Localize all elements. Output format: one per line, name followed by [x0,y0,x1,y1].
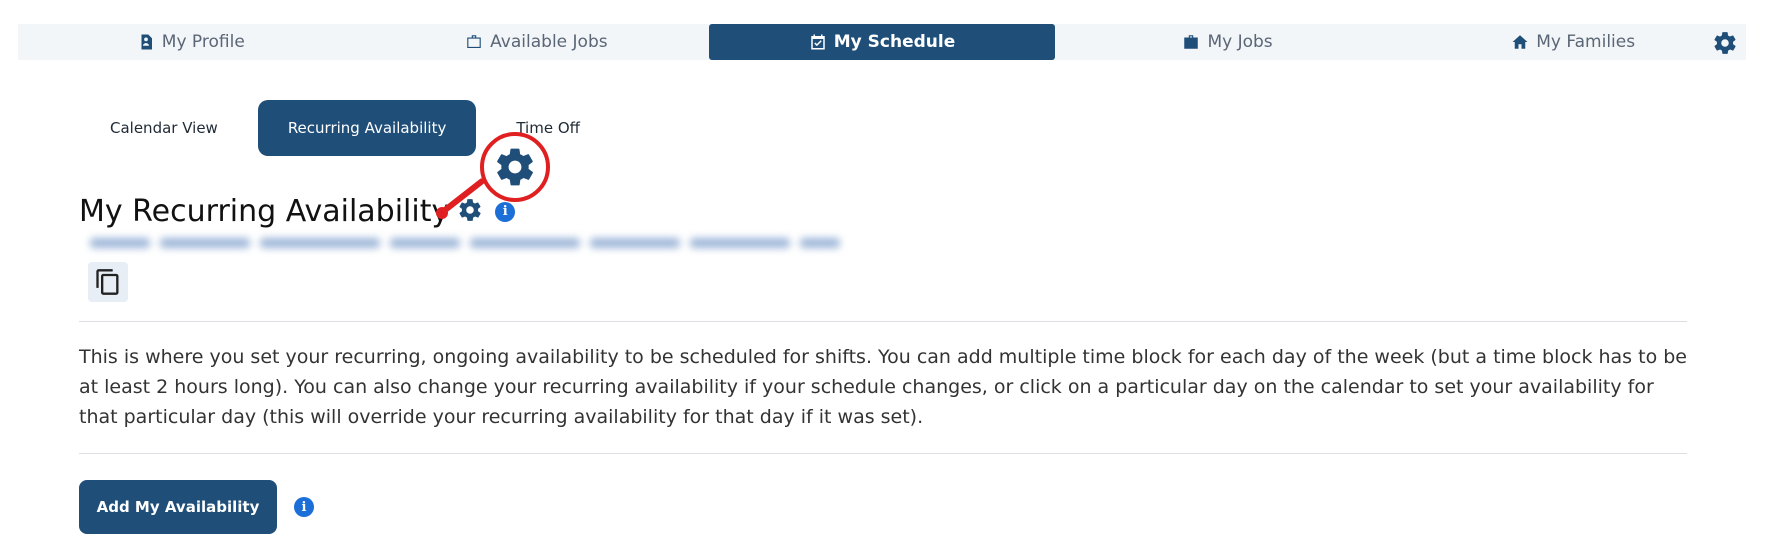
copy-link-button[interactable] [88,262,128,302]
nav-my-jobs[interactable]: My Jobs [1055,24,1401,60]
briefcase-outline-icon [467,35,481,48]
nav-label: My Schedule [833,32,956,52]
gear-icon [1714,32,1736,54]
blurred-calendar-link [90,234,910,252]
nav-label: Available Jobs [490,32,608,52]
briefcase-icon [1184,35,1199,49]
top-nav: My Profile Available Jobs My Schedule My… [18,24,1746,60]
home-icon [1512,35,1528,49]
callout-magnifier [480,132,550,202]
divider [79,321,1687,322]
page-title: My Recurring Availability [79,194,450,229]
gear-icon [497,148,533,186]
tab-recurring-availability[interactable]: Recurring Availability [257,100,477,156]
description-text: This is where you set your recurring, on… [79,346,1687,428]
nav-label: My Profile [161,32,245,52]
nav-my-families[interactable]: My Families [1400,24,1746,60]
tab-calendar-view[interactable]: Calendar View [80,100,248,156]
settings-gear-button[interactable] [1712,30,1738,56]
copy-icon [96,269,119,295]
info-icon[interactable]: i [294,497,314,517]
nav-label: My Jobs [1207,32,1273,52]
profile-icon [141,34,152,50]
nav-my-profile[interactable]: My Profile [18,24,364,60]
calendar-check-icon [810,34,825,50]
nav-available-jobs[interactable]: Available Jobs [364,24,710,60]
divider [79,453,1687,454]
title-row: My Recurring Availability i [79,194,516,229]
add-availability-button[interactable]: Add My Availability [79,480,277,534]
nav-my-schedule[interactable]: My Schedule [709,24,1055,60]
nav-label: My Families [1536,32,1636,52]
info-icon[interactable]: i [495,201,516,222]
